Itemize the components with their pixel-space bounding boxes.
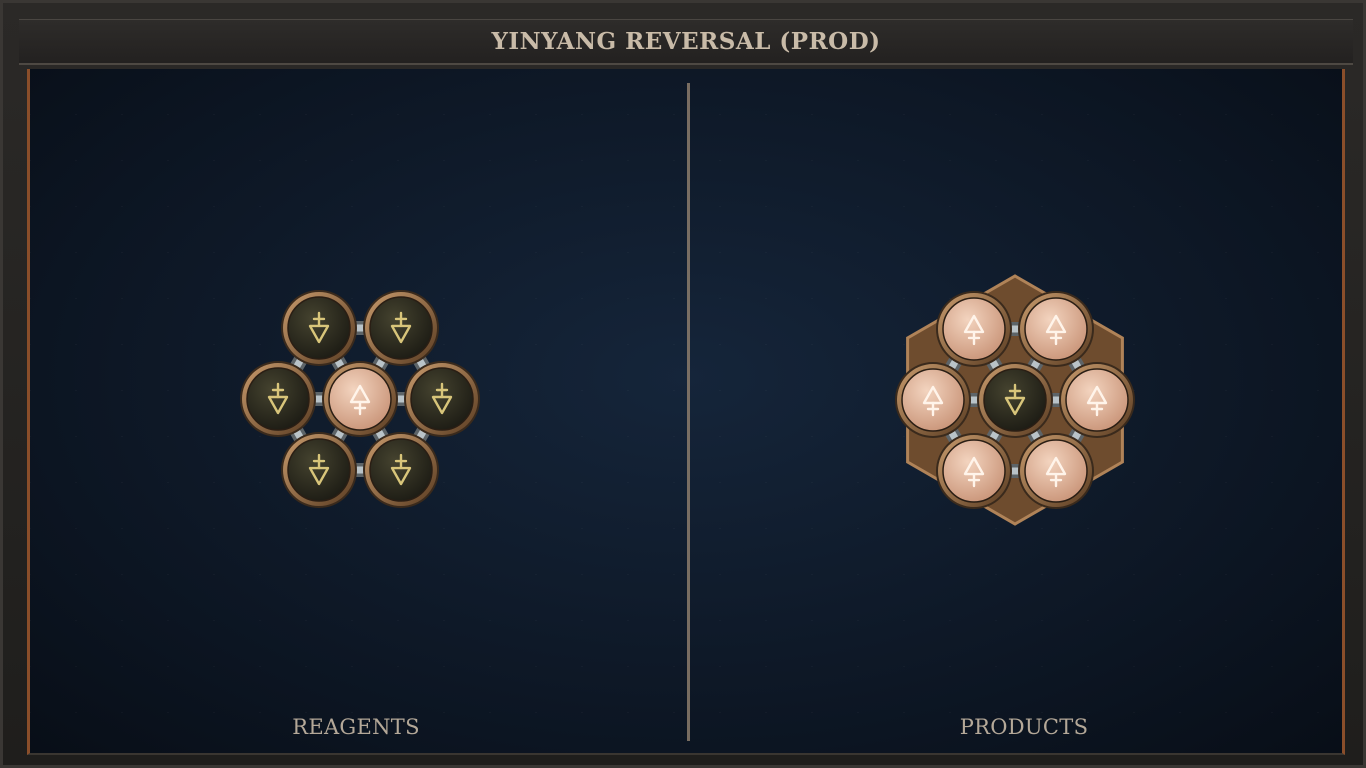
dark-atom[interactable] xyxy=(281,289,357,366)
light-atom[interactable] xyxy=(936,290,1012,367)
light-atom[interactable] xyxy=(322,361,398,437)
dark-atom[interactable] xyxy=(240,361,316,437)
light-atom[interactable] xyxy=(895,362,971,438)
dark-atom[interactable] xyxy=(363,432,439,509)
dark-atom[interactable] xyxy=(977,362,1053,438)
light-atom[interactable] xyxy=(1018,433,1094,510)
light-atom[interactable] xyxy=(1018,290,1094,367)
reagents-molecule[interactable] xyxy=(230,269,490,529)
title-bar: YINYANG REVERSAL (PROD) xyxy=(19,19,1353,65)
dark-atom[interactable] xyxy=(404,361,480,437)
light-atom[interactable] xyxy=(1059,362,1135,438)
dark-atom[interactable] xyxy=(281,432,357,509)
reagents-label: REAGENTS xyxy=(292,715,420,739)
puzzle-board: REAGENTS PRODUCTS xyxy=(27,69,1345,755)
dark-atom[interactable] xyxy=(363,289,439,366)
products-molecule[interactable] xyxy=(880,265,1150,535)
puzzle-title: YINYANG REVERSAL (PROD) xyxy=(491,28,881,55)
light-atom[interactable] xyxy=(936,433,1012,510)
panel-divider xyxy=(687,83,690,741)
products-label: PRODUCTS xyxy=(959,715,1089,739)
game-frame: YINYANG REVERSAL (PROD) REAGENTS PRODUCT… xyxy=(0,0,1366,768)
